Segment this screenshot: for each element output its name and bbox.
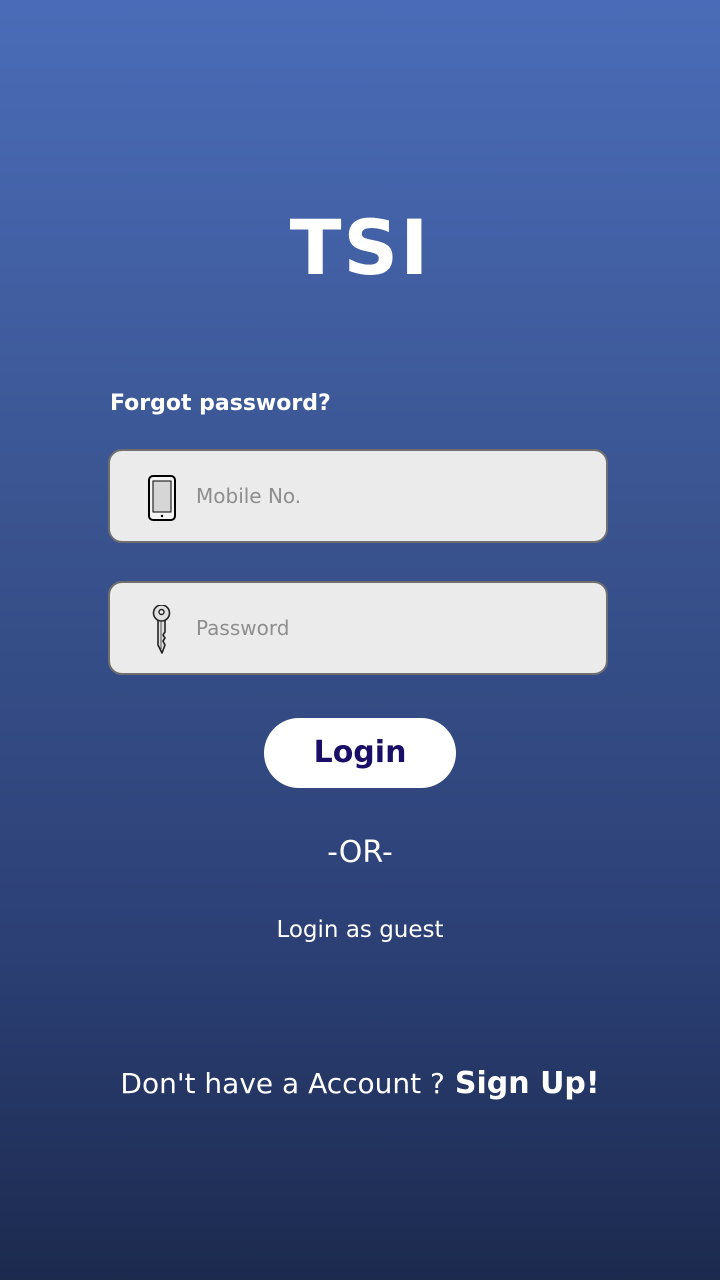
mobile-field-container[interactable] — [108, 449, 608, 543]
key-icon — [152, 605, 171, 654]
password-field-container[interactable] — [108, 581, 608, 675]
signup-row: Don't have a Account ? Sign Up! — [0, 1064, 720, 1104]
login-button[interactable]: Login — [264, 718, 456, 788]
mobile-input[interactable] — [196, 451, 596, 541]
password-input[interactable] — [196, 583, 596, 673]
app-logo: TSI — [289, 203, 431, 292]
login-as-guest-link[interactable]: Login as guest — [0, 914, 720, 946]
mobile-phone-icon — [148, 475, 176, 521]
signup-link[interactable]: Sign Up! — [455, 1066, 600, 1101]
forgot-password-link[interactable]: Forgot password? — [110, 388, 331, 420]
or-separator: -OR- — [327, 835, 393, 870]
signup-prompt: Don't have a Account ? — [120, 1067, 445, 1100]
